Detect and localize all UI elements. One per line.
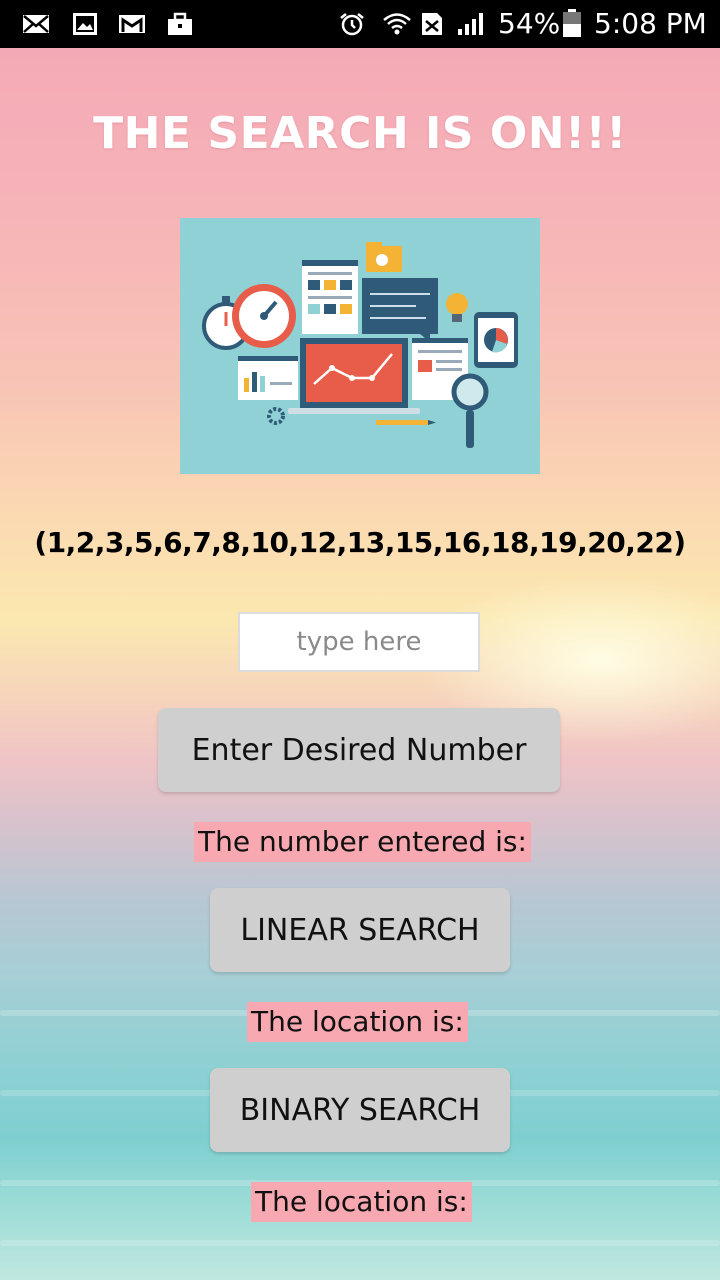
number-input[interactable] xyxy=(238,612,480,672)
page-title: THE SEARCH IS ON!!! xyxy=(93,108,627,159)
image-icon xyxy=(73,13,97,35)
analytics-graphic xyxy=(202,242,518,448)
linear-location-label: The location is: xyxy=(247,1002,468,1042)
analytics-illustration xyxy=(180,218,540,474)
wave-decoration xyxy=(0,1240,720,1246)
sim-icon xyxy=(422,13,442,35)
clock: 5:08 PM xyxy=(594,7,707,40)
status-bar: 54% 5:08 PM xyxy=(0,0,720,48)
gear-icon xyxy=(267,407,285,425)
binary-location-label: The location is: xyxy=(251,1182,472,1222)
briefcase-icon xyxy=(168,12,192,35)
mail-icon xyxy=(23,15,49,33)
alarm-icon xyxy=(340,13,364,36)
signal-icon xyxy=(458,13,483,35)
battery-percent: 54% xyxy=(498,7,561,40)
gmail-icon xyxy=(119,15,145,33)
lightbulb-icon xyxy=(446,293,468,315)
pencil-icon xyxy=(376,420,428,425)
number-list: (1,2,3,5,6,7,8,10,12,13,15,16,18,19,20,2… xyxy=(34,526,686,559)
number-entered-label: The number entered is: xyxy=(194,822,531,862)
linear-search-button[interactable]: LINEAR SEARCH xyxy=(210,888,510,972)
magnifier-icon xyxy=(451,373,489,411)
wifi-icon xyxy=(383,13,411,35)
battery-icon xyxy=(563,9,581,37)
enter-number-button[interactable]: Enter Desired Number xyxy=(158,708,560,792)
binary-search-button[interactable]: BINARY SEARCH xyxy=(210,1068,510,1152)
